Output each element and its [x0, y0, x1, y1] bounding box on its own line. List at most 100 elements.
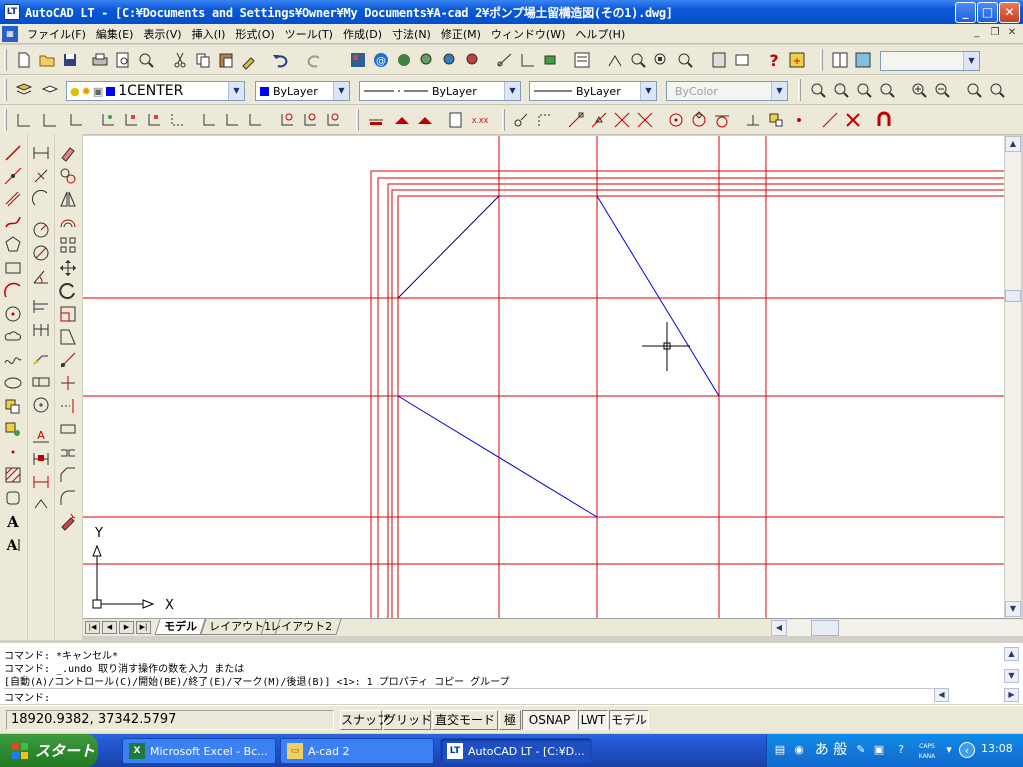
taskbar-item-folder[interactable]: ▭ A-cad 2 [280, 738, 434, 764]
layout-viewport-icon[interactable] [830, 50, 850, 70]
dim-edit-tool-icon[interactable]: A [30, 424, 52, 446]
snap-from-icon[interactable] [512, 110, 532, 130]
toolbar-grip[interactable] [4, 109, 7, 131]
tolerance-tool-icon[interactable] [30, 371, 52, 393]
scroll-up-icon[interactable]: ▲ [1005, 136, 1021, 152]
snap-endpoint-icon[interactable] [566, 110, 586, 130]
radius-dim-tool-icon[interactable] [30, 219, 52, 241]
command-scroll-down-icon[interactable]: ▼ [1004, 669, 1019, 683]
vertical-scroll-thumb[interactable] [1005, 290, 1021, 302]
distance-icon[interactable] [495, 50, 515, 70]
snap-node-icon[interactable] [789, 110, 809, 130]
ordinate-dimension-icon[interactable] [415, 110, 435, 130]
ime-options-icon[interactable]: ▾ [941, 742, 957, 758]
match-properties-icon[interactable] [239, 50, 259, 70]
ucs-object-icon[interactable] [98, 110, 118, 130]
next-tab-icon[interactable]: ▶ [119, 621, 134, 634]
menu-dimension[interactable]: 寸法(N) [387, 26, 436, 42]
first-tab-icon[interactable]: |◀ [85, 621, 100, 634]
help-icon[interactable]: ? [764, 50, 784, 70]
snap-insert-icon[interactable] [766, 110, 786, 130]
multiline-tool-icon[interactable] [2, 188, 24, 210]
join-tool-icon[interactable] [57, 441, 79, 463]
osnap-toggle[interactable]: OSNAP [522, 710, 577, 730]
polar-toggle[interactable]: 極 [499, 710, 521, 730]
dimension-update-icon[interactable]: X.XX [470, 110, 490, 130]
multiline-text-tool-icon[interactable]: A [2, 510, 24, 532]
zoom-in-icon[interactable] [628, 50, 648, 70]
plot-preview-icon[interactable] [113, 50, 133, 70]
diameter-dim-tool-icon[interactable] [30, 242, 52, 264]
dictionary-icon[interactable]: ▣ [871, 742, 887, 758]
explode-tool-icon[interactable] [57, 510, 79, 532]
break-tool-icon[interactable] [57, 418, 79, 440]
snap-perpendicular-icon[interactable] [743, 110, 763, 130]
toolbar-grip[interactable] [798, 79, 801, 101]
single-line-text-tool-icon[interactable]: A [2, 533, 24, 555]
scroll-left-icon[interactable]: ◀ [771, 620, 787, 636]
menu-window[interactable]: ウィンドウ(W) [486, 26, 570, 42]
ortho-toggle[interactable]: 直交モード [432, 710, 498, 730]
calculator-icon[interactable] [709, 50, 729, 70]
ucs-face-icon[interactable] [121, 110, 141, 130]
zoom-previous-icon[interactable] [463, 50, 483, 70]
dim-text-edit-tool-icon[interactable] [30, 447, 52, 469]
start-button[interactable]: スタート [0, 734, 98, 767]
rectangle-tool-icon[interactable] [2, 257, 24, 279]
region-tool-icon[interactable] [2, 487, 24, 509]
quick-leader-tool-icon[interactable] [30, 348, 52, 370]
single-viewport-icon[interactable] [853, 50, 873, 70]
taskbar-item-excel[interactable]: X Microsoft Excel - Bc... [122, 738, 276, 764]
ime-tools-icon[interactable]: ✎ [853, 742, 869, 758]
menu-help[interactable]: ヘルプ(H) [570, 26, 630, 42]
linear-dim-tool-icon[interactable] [30, 142, 52, 164]
strut-line[interactable] [397, 195, 500, 299]
make-layer-current-icon[interactable] [40, 80, 60, 100]
move-tool-icon[interactable] [57, 257, 79, 279]
hatch-tool-icon[interactable] [2, 464, 24, 486]
new-features-icon[interactable]: + [787, 50, 807, 70]
toolbar-grip[interactable] [4, 49, 7, 71]
zoom-out-icon[interactable] [932, 80, 952, 100]
snap-none-icon[interactable] [843, 110, 863, 130]
ucs-x-icon[interactable] [199, 110, 219, 130]
scale-tool-icon[interactable] [57, 303, 79, 325]
command-input-line[interactable]: コマンド: [4, 688, 934, 704]
layer-manager-icon[interactable] [14, 80, 34, 100]
command-scroll-up-icon[interactable]: ▲ [1004, 647, 1019, 661]
tab-model[interactable]: モデル [154, 619, 207, 635]
snap-tracking-icon[interactable] [535, 110, 555, 130]
layer-combo[interactable]: ● ✹ ▣ 1CENTER ▼ [66, 81, 245, 101]
document-icon[interactable]: ▦ [2, 25, 18, 42]
zoom-realtime-icon[interactable] [417, 50, 437, 70]
snap-center-icon[interactable] [666, 110, 686, 130]
quickcalc-icon[interactable] [605, 50, 625, 70]
pan-realtime-icon[interactable] [394, 50, 414, 70]
cut-icon[interactable] [170, 50, 190, 70]
zoom-extents-icon[interactable] [651, 50, 671, 70]
ucs-3d-icon[interactable] [245, 110, 265, 130]
zoom-window-icon[interactable] [440, 50, 460, 70]
construction-line-tool-icon[interactable] [2, 165, 24, 187]
snap-nearest-icon[interactable] [820, 110, 840, 130]
viewport-scale-combo[interactable]: ▼ [880, 51, 980, 71]
aligned-dimension-icon[interactable] [392, 110, 412, 130]
osnap-settings-icon[interactable] [874, 110, 894, 130]
linear-dimension-icon[interactable] [366, 110, 386, 130]
ucs-previous-icon[interactable] [40, 110, 60, 130]
copy-tool-icon[interactable] [57, 165, 79, 187]
strut-line[interactable] [397, 395, 598, 518]
print-icon[interactable] [90, 50, 110, 70]
lwt-toggle[interactable]: LWT [578, 710, 608, 730]
prev-tab-icon[interactable]: ◀ [102, 621, 117, 634]
save-icon[interactable] [60, 50, 80, 70]
toolbar-grip[interactable] [4, 79, 7, 101]
mdi-restore-button[interactable]: ❐ [988, 26, 1002, 40]
menu-edit[interactable]: 編集(E) [91, 26, 139, 42]
undo-icon[interactable] [270, 50, 290, 70]
properties-icon[interactable] [572, 50, 592, 70]
circle-tool-icon[interactable] [2, 303, 24, 325]
snap-apparent-intersection-icon[interactable] [635, 110, 655, 130]
strut-line[interactable] [596, 195, 720, 397]
maximize-button[interactable]: □ [977, 2, 998, 23]
